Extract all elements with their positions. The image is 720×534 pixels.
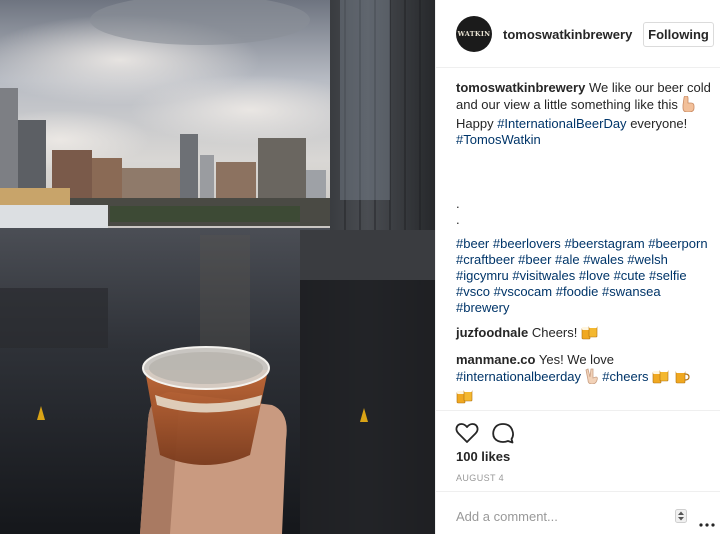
hashtag-link[interactable]: #vsco xyxy=(456,284,490,299)
comment-text: Yes! We love xyxy=(538,352,615,367)
heart-icon[interactable] xyxy=(455,421,479,445)
hashtag-link[interactable]: #beerlovers xyxy=(493,236,561,251)
hashtag-link[interactable]: #brewery xyxy=(456,300,509,315)
hashtag-link[interactable]: #wales xyxy=(583,252,623,267)
comment-item: juzfoodnale Cheers! xyxy=(456,324,711,344)
caption-username[interactable]: tomoswatkinbrewery xyxy=(456,80,585,95)
hashtag-link[interactable]: #selfie xyxy=(649,268,687,283)
post-photo[interactable] xyxy=(0,0,435,534)
more-dots-icon[interactable] xyxy=(699,514,715,527)
beer-mugs-emoji xyxy=(456,388,474,408)
hashtag-link[interactable]: #love xyxy=(579,268,610,283)
hashtag-link[interactable]: #craftbeer xyxy=(456,252,515,267)
post-date: AUGUST 4 xyxy=(456,473,505,483)
caption-dot: . xyxy=(456,212,460,227)
caption-text-3: everyone! xyxy=(630,116,688,131)
hashtag-link[interactable]: #cute xyxy=(614,268,646,283)
hashtag-link[interactable]: #beerporn xyxy=(648,236,707,251)
hashtag-link[interactable]: #foodie xyxy=(556,284,599,299)
hashtag-link[interactable]: #vscocam xyxy=(494,284,553,299)
comments-list: tomoswatkinbrewery We like our beer cold… xyxy=(456,80,711,416)
caption: tomoswatkinbrewery We like our beer cold… xyxy=(456,80,711,316)
comment-item: manmane.co Yes! We love #internationalbe… xyxy=(456,352,711,408)
add-comment-input[interactable] xyxy=(456,507,656,525)
likes-count[interactable]: 100 likes xyxy=(456,449,510,464)
beer-mug-emoji xyxy=(674,368,690,388)
hashtag-link[interactable]: #beer xyxy=(456,236,489,251)
hashtag-link[interactable]: #welsh xyxy=(627,252,667,267)
caption-dot: . xyxy=(456,196,460,211)
scroll-arrows-icon[interactable] xyxy=(675,509,687,523)
hashtag-link[interactable]: #cheers xyxy=(602,369,648,384)
avatar-logo-text: WATKIN xyxy=(457,30,491,38)
hashtag-link[interactable]: #igcymru xyxy=(456,268,509,283)
caption-text-2: Happy xyxy=(456,116,494,131)
comment-bubble-icon[interactable] xyxy=(491,421,515,445)
following-button[interactable]: Following xyxy=(643,22,714,47)
hashtag-link[interactable]: #beer xyxy=(518,252,551,267)
hashtag-link[interactable]: #TomosWatkin xyxy=(456,132,541,147)
pointing-hand-emoji xyxy=(681,95,695,116)
beer-mugs-emoji xyxy=(581,324,599,344)
victory-hand-emoji xyxy=(585,368,599,388)
add-comment-bar xyxy=(436,491,720,534)
hashtag-link[interactable]: #beerstagram xyxy=(564,236,644,251)
comment-username[interactable]: manmane.co xyxy=(456,352,535,367)
comment-username[interactable]: juzfoodnale xyxy=(456,325,528,340)
beer-mugs-emoji xyxy=(652,368,670,388)
header-username[interactable]: tomoswatkinbrewery xyxy=(503,27,632,42)
hashtag-link[interactable]: #internationalbeerday xyxy=(456,369,581,384)
hashtag-link[interactable]: #ale xyxy=(555,252,580,267)
dock-beer-photo xyxy=(0,0,435,534)
post-header: WATKIN tomoswatkinbrewery Following xyxy=(436,0,720,68)
avatar[interactable]: WATKIN xyxy=(456,16,492,52)
comment-text: Cheers! xyxy=(531,325,578,340)
hashtag-link[interactable]: #InternationalBeerDay xyxy=(497,116,626,131)
post-actions: 100 likes AUGUST 4 xyxy=(436,410,720,534)
hashtag-link[interactable]: #visitwales xyxy=(512,268,575,283)
post-panel: WATKIN tomoswatkinbrewery Following tomo… xyxy=(435,0,720,534)
hashtag-link[interactable]: #swansea xyxy=(602,284,661,299)
